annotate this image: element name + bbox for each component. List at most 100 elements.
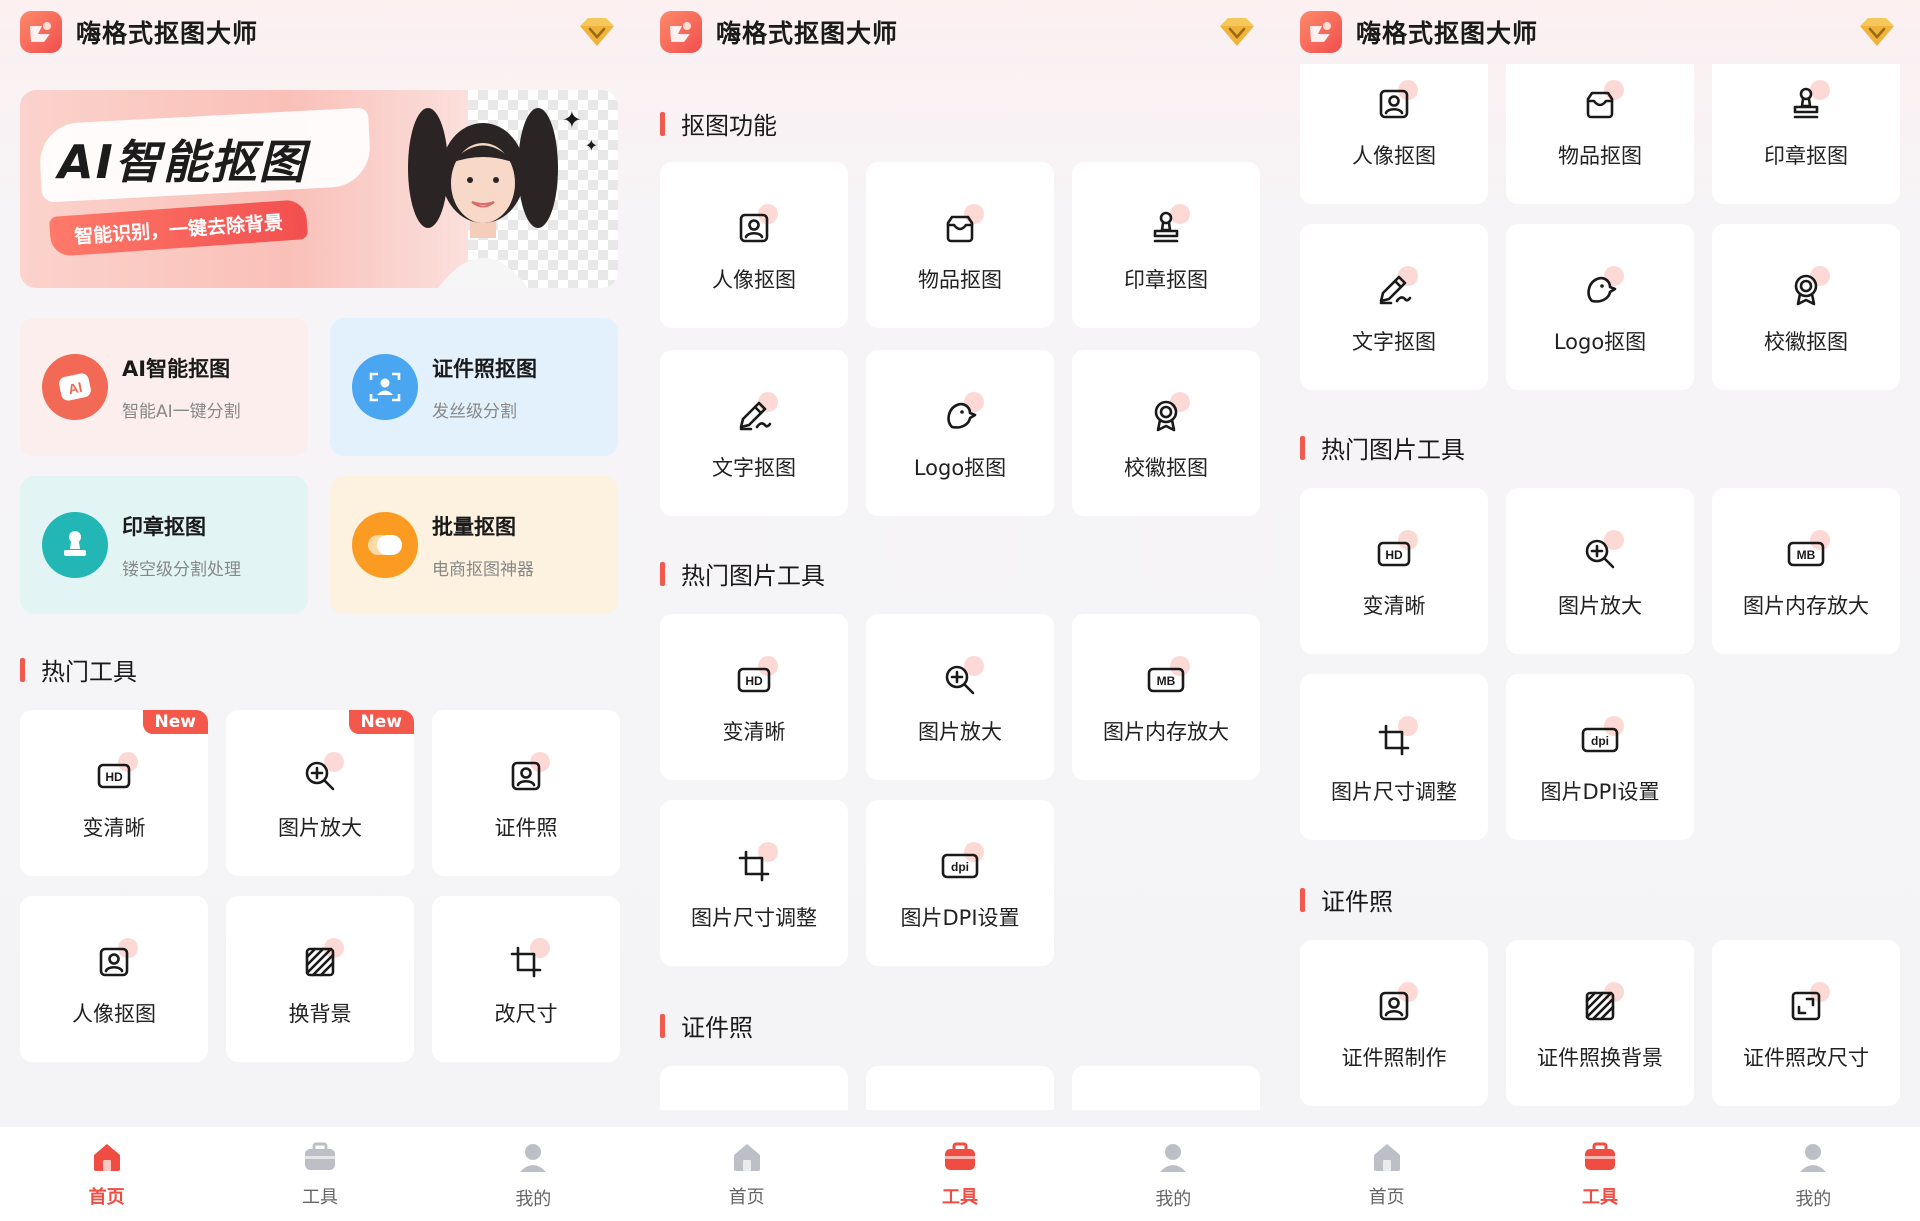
feature-title: AI智能抠图 [122,356,231,381]
tool-tile[interactable]: HD 变清晰 [660,614,848,780]
tool-label: 图片放大 [1558,594,1642,618]
tab-label: 首页 [1368,1187,1405,1208]
portrait-icon [732,204,778,250]
tool-tile[interactable]: 图片放大 [866,614,1054,780]
tool-label: 证件照换背景 [1537,1046,1663,1070]
tool-label: 图片放大 [918,720,1002,744]
tool-tile-partial[interactable] [1072,1066,1260,1110]
tool-tile[interactable]: MB 图片内存放大 [1712,488,1900,654]
section-accent-bar [660,1013,665,1038]
feature-subtitle: 智能AI一键分割 [122,401,241,422]
bottom-tab-bar: 首页 工具 我的 [640,1127,1280,1221]
section-title: 证件照 [1321,888,1393,916]
crop-icon [732,842,778,888]
tab-tools[interactable]: 工具 [853,1127,1066,1221]
tab-label: 我的 [1795,1189,1832,1210]
tool-tile[interactable]: 证件照 [432,710,620,876]
tool-label: 人像抠图 [712,268,796,292]
tool-tile[interactable]: 校徽抠图 [1072,350,1260,516]
tool-tile[interactable]: 图片尺寸调整 [660,800,848,966]
tab-label: 工具 [941,1187,978,1208]
hd-icon: HD [92,752,138,798]
tool-tile[interactable]: 文字抠图 [1300,224,1488,390]
dpi-icon: dpi [938,842,984,888]
profile-icon [517,1141,549,1179]
toolbox-icon [942,1141,978,1177]
tool-tile[interactable]: dpi 图片DPI设置 [866,800,1054,966]
tool-label: 变清晰 [722,720,786,744]
feature-text: AI智能抠图智能AI一键分割 [122,353,241,422]
new-badge: New [142,710,208,734]
tool-tile[interactable]: 印章抠图 [1072,162,1260,328]
tool-tile[interactable]: 校徽抠图 [1712,224,1900,390]
tool-tile[interactable]: 物品抠图 [866,162,1054,328]
tool-tile-partial[interactable] [660,1066,848,1110]
tab-home[interactable]: 首页 [1280,1127,1493,1221]
vip-diamond-icon[interactable] [1214,14,1260,50]
feature-card[interactable]: 批量抠图 电商抠图神器 [330,476,618,614]
resize-icon [1784,982,1830,1028]
toolbox-icon [302,1141,338,1177]
id-photo-section-header: 证件照 [1300,882,1393,917]
cutout-section-header: 抠图功能 [660,106,777,141]
feature-subtitle: 镂空级分割处理 [122,559,241,580]
svg-text:HD: HD [745,674,763,688]
feature-text: 证件照抠图 发丝级分割 [432,353,537,422]
new-badge: New [348,710,414,734]
tool-tile[interactable]: 证件照制作 [1300,940,1488,1106]
vip-diamond-icon[interactable] [574,14,620,50]
tool-tile[interactable]: Logo抠图 [1506,224,1694,390]
tool-tile[interactable]: 人像抠图 [20,896,208,1062]
tab-profile[interactable]: 我的 [1707,1127,1920,1221]
feature-card[interactable]: 证件照抠图 发丝级分割 [330,318,618,456]
item-icon [1578,80,1624,126]
tab-home[interactable]: 首页 [640,1127,853,1221]
zoom-in-icon [938,656,984,702]
bottom-tab-bar: 首页 工具 我的 [1280,1127,1920,1221]
tool-tile[interactable]: 换背景 [226,896,414,1062]
mb-icon: MB [1784,530,1830,576]
badge-icon [1784,266,1830,312]
tool-tile[interactable]: 证件照改尺寸 [1712,940,1900,1106]
feature-title: 批量抠图 [432,514,516,539]
feature-card[interactable]: AI AI智能抠图 智能AI一键分割 [20,318,308,456]
app-header: 嗨格式抠图大师 [640,0,1280,64]
profile-icon [1157,1141,1189,1179]
tool-tile[interactable]: New 图片放大 [226,710,414,876]
tool-label: 证件照 [494,816,558,840]
image-tools-section-header: 热门图片工具 [660,556,825,591]
tool-tile[interactable]: New HD 变清晰 [20,710,208,876]
vip-diamond-icon[interactable] [1854,14,1900,50]
tool-tile[interactable]: 文字抠图 [660,350,848,516]
tool-tile[interactable]: 图片放大 [1506,488,1694,654]
tool-label: 图片DPI设置 [1540,780,1660,804]
ai-cutout-banner[interactable]: AI智能抠图 智能识别，一键去除背景 ✦ ✦ [20,90,618,288]
tool-tile[interactable]: 人像抠图 [660,162,848,328]
section-title: 热门图片工具 [681,562,825,590]
tool-tile[interactable]: Logo抠图 [866,350,1054,516]
feature-card[interactable]: 印章抠图 镂空级分割处理 [20,476,308,614]
id-photo-icon [504,752,550,798]
tool-label: 印章抠图 [1764,144,1848,168]
tool-tile[interactable]: MB 图片内存放大 [1072,614,1260,780]
tab-tools[interactable]: 工具 [1493,1127,1706,1221]
id-photo-section-header: 证件照 [660,1008,753,1043]
text-pen-icon [1372,266,1418,312]
tool-label: 校徽抠图 [1124,456,1208,480]
home-icon [1370,1141,1404,1177]
tool-label: 物品抠图 [1558,144,1642,168]
tab-profile[interactable]: 我的 [427,1127,640,1221]
tool-tile[interactable]: 改尺寸 [432,896,620,1062]
tab-label: 工具 [1581,1187,1618,1208]
section-accent-bar [20,657,25,682]
stamp-icon [42,512,108,578]
tool-tile[interactable]: 图片尺寸调整 [1300,674,1488,840]
tool-tile-partial[interactable] [866,1066,1054,1110]
tab-profile[interactable]: 我的 [1067,1127,1280,1221]
tool-tile[interactable]: HD 变清晰 [1300,488,1488,654]
hot-tools-header: 热门工具 [20,652,137,687]
tool-tile[interactable]: dpi 图片DPI设置 [1506,674,1694,840]
tab-home[interactable]: 首页 [0,1127,213,1221]
tool-tile[interactable]: 证件照换背景 [1506,940,1694,1106]
tab-tools[interactable]: 工具 [213,1127,426,1221]
